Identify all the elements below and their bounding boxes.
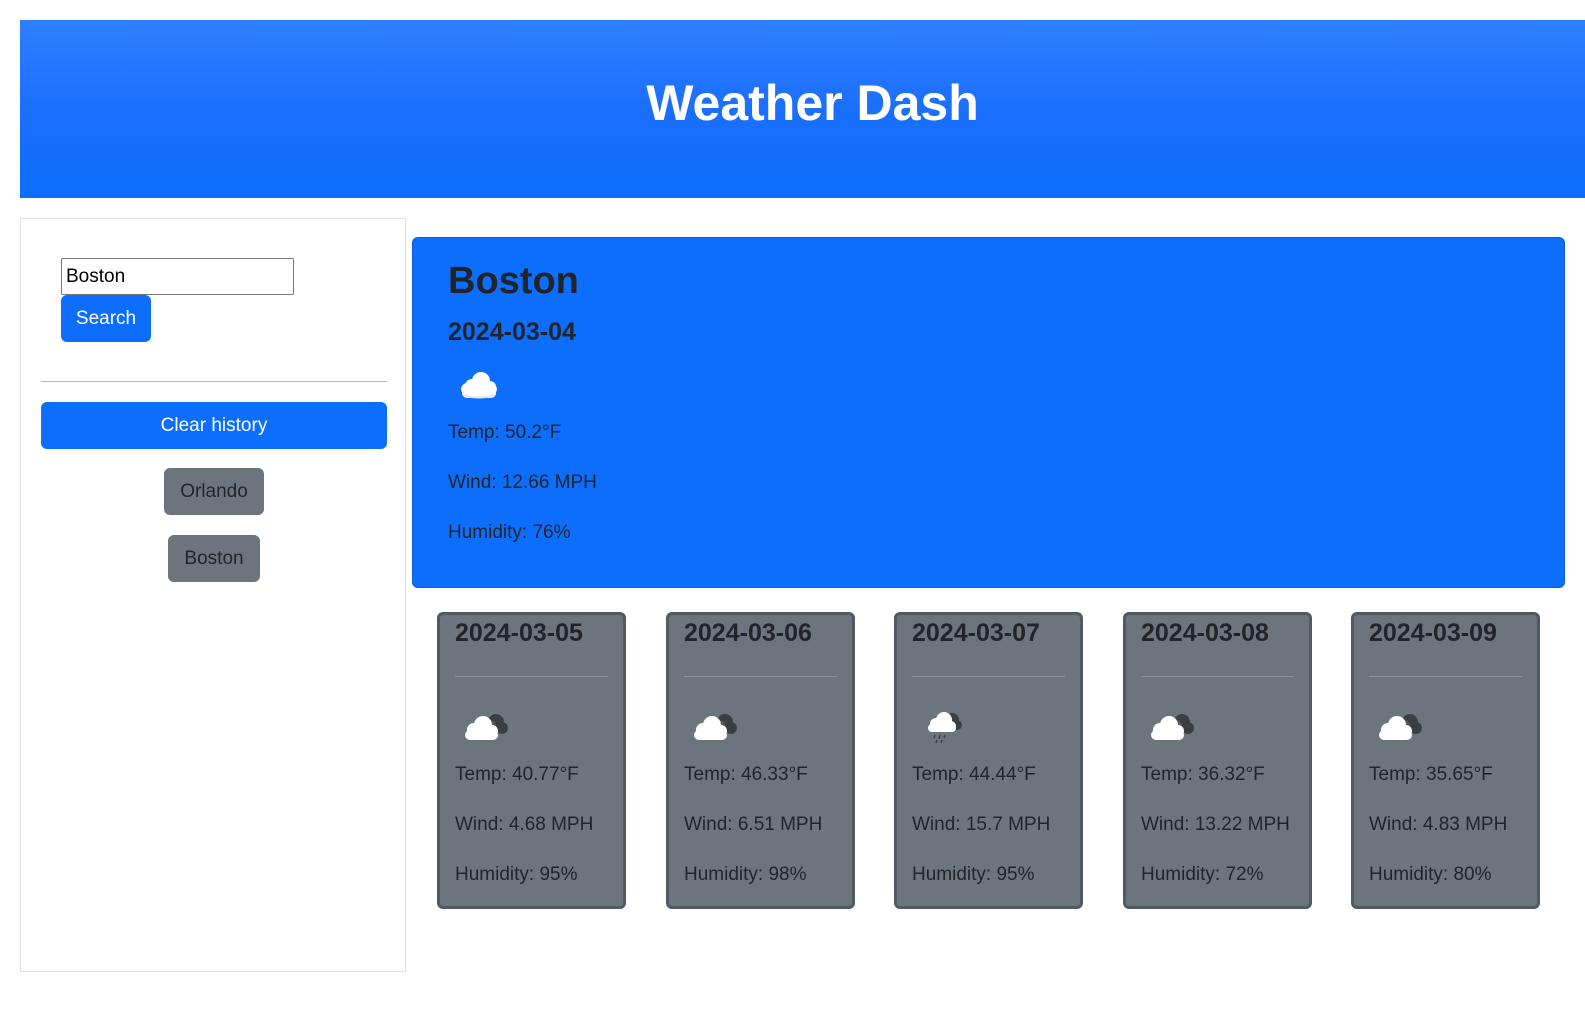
forecast-card: 2024-03-09 Temp: 35.65°F Wind: 4.83 MPH … <box>1351 612 1540 909</box>
broken-clouds-icon <box>691 710 739 747</box>
search-input[interactable] <box>61 258 294 295</box>
divider <box>1141 676 1294 677</box>
clear-history-button[interactable]: Clear history <box>41 402 387 449</box>
search-history-list: Orlando Boston <box>21 468 407 582</box>
forecast-date: 2024-03-07 <box>912 619 1040 647</box>
forecast-date: 2024-03-06 <box>684 619 812 647</box>
current-weather-card: Boston 2024-03-04 Temp: 50.2°F Wind: 12.… <box>412 237 1565 588</box>
forecast-temp: Temp: 46.33°F <box>684 764 808 785</box>
broken-clouds-icon <box>1376 710 1424 747</box>
forecast-wind: Wind: 13.22 MPH <box>1141 814 1290 835</box>
forecast-date: 2024-03-08 <box>1141 619 1269 647</box>
forecast-temp: Temp: 40.77°F <box>455 764 579 785</box>
current-city: Boston <box>448 260 579 302</box>
search-button[interactable]: Search <box>61 295 151 342</box>
broken-clouds-icon <box>462 710 510 747</box>
current-temp: Temp: 50.2°F <box>448 422 562 443</box>
forecast-humidity: Humidity: 80% <box>1369 864 1492 885</box>
page-title: Weather Dash <box>646 75 979 131</box>
search-sidebar: Search Clear history Orlando Boston <box>20 218 406 972</box>
forecast-wind: Wind: 15.7 MPH <box>912 814 1051 835</box>
rain-cloud-icon <box>925 710 965 749</box>
broken-clouds-icon <box>1148 710 1196 747</box>
divider <box>912 676 1065 677</box>
divider <box>41 381 387 382</box>
forecast-card: 2024-03-05 Temp: 40.77°F Wind: 4.68 MPH … <box>437 612 626 909</box>
forecast-temp: Temp: 44.44°F <box>912 764 1036 785</box>
forecast-humidity: Humidity: 95% <box>912 864 1035 885</box>
forecast-humidity: Humidity: 95% <box>455 864 578 885</box>
forecast-date: 2024-03-05 <box>455 619 583 647</box>
divider <box>684 676 837 677</box>
divider <box>455 676 608 677</box>
forecast-wind: Wind: 4.83 MPH <box>1369 814 1508 835</box>
forecast-card: 2024-03-06 Temp: 46.33°F Wind: 6.51 MPH … <box>666 612 855 909</box>
forecast-humidity: Humidity: 72% <box>1141 864 1264 885</box>
forecast-card: 2024-03-07 Temp: 44.44°F Wind: 15.7 MPH … <box>894 612 1083 909</box>
current-date: 2024-03-04 <box>448 318 576 346</box>
forecast-humidity: Humidity: 98% <box>684 864 807 885</box>
forecast-date: 2024-03-09 <box>1369 619 1497 647</box>
forecast-wind: Wind: 4.68 MPH <box>455 814 594 835</box>
divider <box>1369 676 1522 677</box>
page-header: Weather Dash <box>20 20 1585 198</box>
current-humidity: Humidity: 76% <box>448 522 571 543</box>
history-item-orlando[interactable]: Orlando <box>164 468 264 515</box>
forecast-temp: Temp: 35.65°F <box>1369 764 1493 785</box>
forecast-card: 2024-03-08 Temp: 36.32°F Wind: 13.22 MPH… <box>1123 612 1312 909</box>
forecast-wind: Wind: 6.51 MPH <box>684 814 823 835</box>
forecast-temp: Temp: 36.32°F <box>1141 764 1265 785</box>
current-wind: Wind: 12.66 MPH <box>448 472 597 493</box>
history-item-boston[interactable]: Boston <box>168 535 260 582</box>
cloud-icon <box>458 371 500 406</box>
